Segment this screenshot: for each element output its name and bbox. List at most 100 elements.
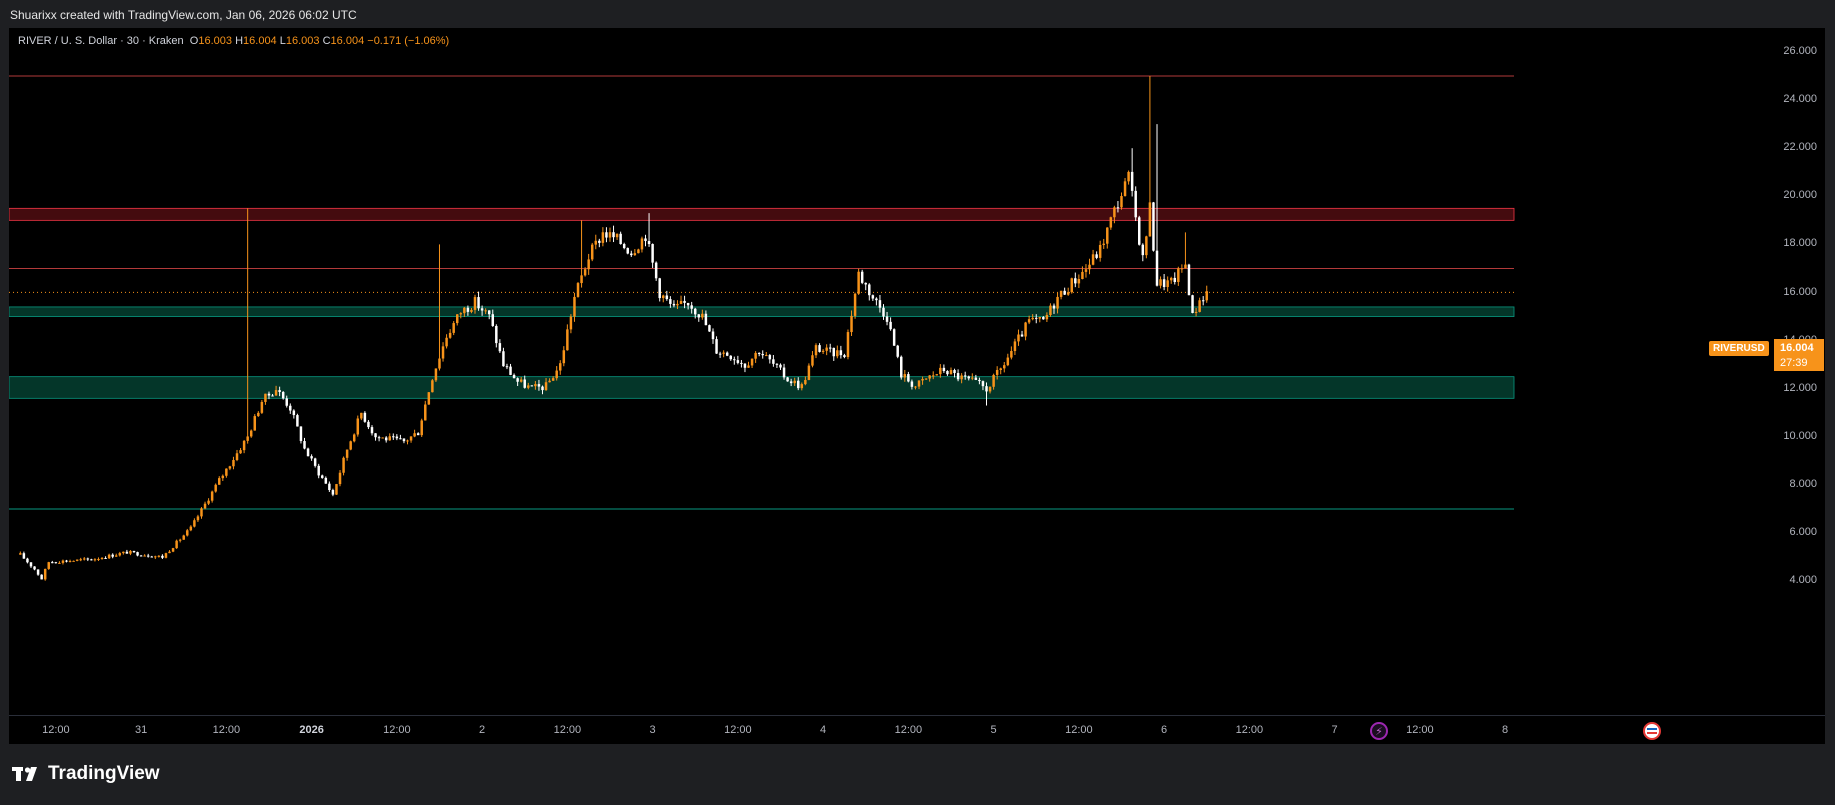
candle-body — [1180, 268, 1184, 270]
candle-body — [647, 241, 651, 245]
candle-body — [242, 440, 246, 451]
price-tick-label: 22.000 — [1783, 141, 1817, 154]
candle-body — [772, 359, 775, 364]
candle-body — [640, 238, 644, 250]
candle-body — [232, 459, 235, 467]
candle-body — [296, 415, 299, 427]
candle-body — [963, 375, 967, 377]
candle-body — [807, 365, 811, 380]
candle-body — [1109, 217, 1113, 228]
candle-body — [125, 551, 129, 554]
candle-body — [622, 244, 626, 249]
candle-body — [839, 350, 843, 356]
candle-body — [1049, 305, 1052, 316]
candle-body — [896, 345, 899, 357]
legend-low: 16.003 — [285, 35, 320, 47]
candle-body — [324, 477, 328, 484]
candle-body — [654, 262, 658, 279]
candle-body — [754, 352, 757, 359]
price-tick-label: 6.000 — [1789, 526, 1817, 538]
price-tick-label: 16.000 — [1783, 285, 1817, 298]
candle-body — [477, 297, 480, 309]
time-tick-label: 4 — [820, 724, 827, 736]
candle-body — [253, 416, 257, 431]
us-flag-icon[interactable] — [1643, 722, 1661, 740]
candle-body — [544, 382, 548, 391]
candle-body — [914, 386, 917, 388]
candle-body — [733, 359, 736, 361]
candle-body — [878, 300, 882, 308]
candle-body — [107, 554, 111, 559]
candle-body — [697, 314, 701, 318]
candle-body — [285, 398, 288, 406]
candle-body — [168, 551, 171, 554]
candle-body — [960, 375, 963, 380]
candle-body — [455, 314, 459, 324]
chart-area[interactable]: RIVER / U. S. Dollar · 30 · Kraken O16.0… — [9, 28, 1825, 744]
candle-body — [72, 560, 75, 562]
candle-body — [292, 410, 296, 416]
candle-body — [1155, 250, 1159, 286]
candle-body — [189, 526, 193, 531]
candle-body — [438, 358, 441, 369]
candle-body — [736, 360, 740, 363]
candle-body — [949, 370, 953, 375]
candle-body — [875, 298, 878, 301]
candle-body — [47, 562, 50, 569]
candle-body — [775, 363, 779, 365]
candle-body — [988, 386, 992, 392]
candle-body — [750, 358, 754, 366]
tradingview-brand[interactable]: TradingView — [12, 763, 160, 785]
candle-body — [36, 569, 40, 575]
candle-body — [939, 367, 942, 375]
candle-body — [779, 364, 782, 368]
candle-body — [576, 283, 580, 297]
candle-body — [768, 355, 772, 360]
candle-body — [665, 295, 669, 300]
candle-body — [523, 379, 526, 388]
candle-body — [1042, 317, 1045, 320]
candle-body — [40, 574, 43, 580]
candle-body — [413, 433, 416, 437]
candle-body — [321, 475, 324, 478]
candle-body — [917, 380, 921, 387]
candle-body — [832, 347, 836, 357]
candle-body — [903, 374, 907, 378]
legend-high: 16.004 — [243, 35, 277, 47]
candle-body — [360, 412, 363, 419]
legend-h-label: H — [235, 35, 244, 47]
candle-body — [65, 560, 68, 562]
candle-body — [1148, 202, 1152, 237]
candle-body — [892, 329, 896, 346]
candle-body — [743, 363, 747, 368]
candle-body — [278, 390, 281, 392]
candle-body — [239, 450, 242, 454]
candle-body — [161, 555, 164, 558]
candle-body — [463, 307, 466, 314]
candle-body — [857, 271, 860, 294]
legend-close: 16.004 — [330, 35, 365, 47]
time-tick-label: 12:00 — [1065, 724, 1093, 736]
bolt-icon[interactable]: ⚡ — [1370, 722, 1388, 740]
candle-body — [662, 295, 665, 299]
candle-body — [395, 436, 399, 439]
price-tick-label: 10.000 — [1783, 429, 1817, 442]
candle-body — [93, 559, 97, 561]
candle-body — [491, 314, 495, 326]
candle-body — [974, 377, 978, 380]
candle-body — [452, 323, 455, 333]
candle-body — [377, 437, 381, 439]
candle-body — [534, 384, 537, 387]
candle-body — [392, 436, 395, 438]
price-chart[interactable] — [9, 28, 1825, 744]
candle-body — [686, 302, 690, 306]
candle-body — [672, 303, 676, 306]
candle-body — [1194, 311, 1198, 313]
candle-body — [118, 553, 122, 556]
candle-body — [374, 433, 377, 438]
candle-body — [487, 310, 491, 315]
candle-body — [860, 271, 864, 283]
candle-body — [644, 238, 647, 242]
candle-body — [516, 378, 519, 382]
candle-body — [136, 552, 139, 556]
